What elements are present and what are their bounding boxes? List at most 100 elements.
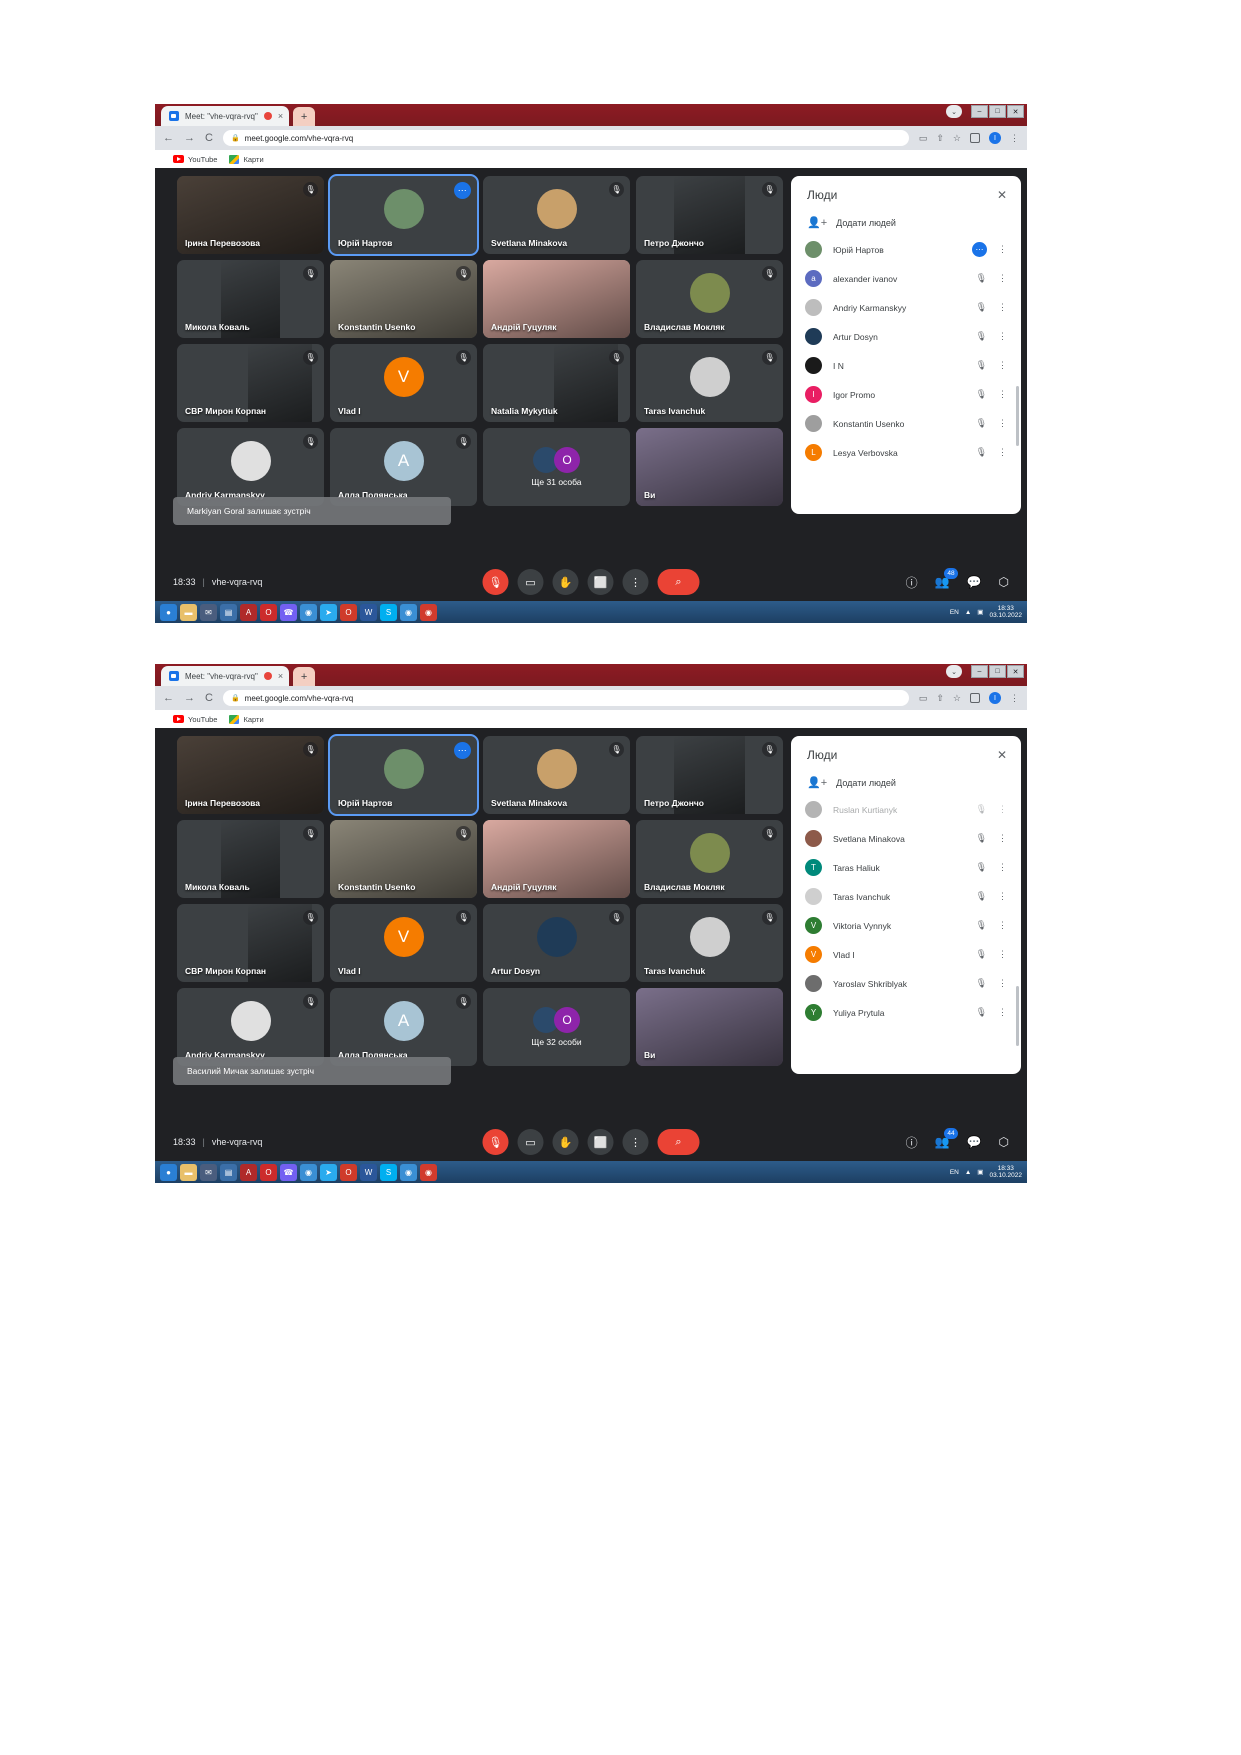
tab-close-icon[interactable]: × (278, 671, 283, 681)
video-tile[interactable]: Петро Джончо 🎙 (636, 176, 783, 254)
maximize-button[interactable]: □ (989, 105, 1006, 118)
video-tile[interactable]: A Алла Полянська 🎙 (330, 988, 477, 1066)
bookmark-maps[interactable]: Карти (229, 714, 264, 724)
minimize-button[interactable]: – (971, 665, 988, 678)
raise-hand-button[interactable]: ✋ (552, 569, 579, 595)
chevron-down-icon[interactable]: ⌄ (946, 665, 962, 678)
video-tile[interactable]: Петро Джончо 🎙 (636, 736, 783, 814)
video-tile[interactable]: A Алла Полянська 🎙 (330, 428, 477, 506)
participant-row[interactable]: I Igor Promo 🎙 ⋮ (799, 380, 1013, 409)
network-icon[interactable]: ▣ (977, 1168, 983, 1176)
participant-row[interactable]: Artur Dosyn 🎙 ⋮ (799, 322, 1013, 351)
cast-icon[interactable]: ▭ (919, 693, 928, 704)
participant-mic-off-icon[interactable]: 🎙 (976, 949, 987, 960)
video-tile[interactable]: V Vlad I 🎙 (330, 904, 477, 982)
participant-mic-off-icon[interactable]: 🎙 (976, 389, 987, 400)
participant-menu-icon[interactable]: ⋮ (998, 273, 1007, 284)
camera-toggle-button[interactable]: ▭ (517, 569, 544, 595)
participant-mic-off-icon[interactable]: 🎙 (976, 302, 987, 313)
video-tile[interactable]: Владислав Мокляк 🎙 (636, 820, 783, 898)
participant-menu-icon[interactable]: ⋮ (998, 804, 1007, 815)
participant-mic-off-icon[interactable]: 🎙 (976, 978, 987, 989)
add-people-button-1[interactable]: 👤+ Додати людей (791, 202, 1021, 235)
word-icon[interactable]: W (360, 603, 377, 621)
skype-icon[interactable]: S (380, 1163, 397, 1181)
participant-menu-icon[interactable]: ⋮ (998, 891, 1007, 902)
video-tile[interactable]: Владислав Мокляк 🎙 (636, 260, 783, 338)
tray-expand-icon[interactable]: ▲ (965, 1169, 971, 1176)
forward-button[interactable]: → (184, 132, 195, 144)
close-icon[interactable]: ✕ (997, 748, 1007, 762)
participant-menu-icon[interactable]: ⋮ (998, 244, 1007, 255)
participant-row[interactable]: Andriy Karmanskyy 🎙 ⋮ (799, 293, 1013, 322)
pdf-icon[interactable]: A (240, 603, 257, 621)
skype-icon[interactable]: S (380, 603, 397, 621)
participant-row[interactable]: Y Yuliya Prytula 🎙 ⋮ (799, 998, 1013, 1027)
back-button[interactable]: ← (163, 692, 174, 704)
pdf-icon[interactable]: A (240, 1163, 257, 1181)
language-indicator[interactable]: EN (950, 1169, 959, 1176)
reload-button[interactable]: C (205, 692, 213, 704)
viber-icon[interactable]: ☎ (280, 1163, 297, 1181)
participant-menu-icon[interactable]: ⋮ (998, 978, 1007, 989)
video-tile[interactable]: Ірина Перевозова 🎙 (177, 176, 324, 254)
camera-toggle-button[interactable]: ▭ (517, 1129, 544, 1155)
participant-menu-icon[interactable]: ⋮ (998, 920, 1007, 931)
video-tile[interactable]: Taras Ivanchuk 🎙 (636, 904, 783, 982)
participant-mic-off-icon[interactable]: 🎙 (976, 418, 987, 429)
new-tab-button[interactable]: + (293, 107, 316, 126)
participant-row[interactable]: a alexander ivanov 🎙 ⋮ (799, 264, 1013, 293)
back-button[interactable]: ← (163, 132, 174, 144)
chat-icon[interactable]: 💬 (967, 575, 982, 589)
network-icon[interactable]: ▣ (977, 608, 983, 616)
browser-tab-1[interactable]: Meet: "vhe-vqra-rvq" × (161, 106, 290, 126)
video-tile[interactable]: Svetlana Minakova 🎙 (483, 176, 630, 254)
forward-button[interactable]: → (184, 692, 195, 704)
present-screen-button[interactable]: ⬜ (587, 569, 614, 595)
add-people-button-2[interactable]: 👤+ Додати людей (791, 762, 1021, 795)
opera2-icon[interactable]: O (340, 1163, 357, 1181)
video-tile[interactable]: Ви (636, 428, 783, 506)
video-tile[interactable]: Андрій Гуцуляк (483, 260, 630, 338)
cast-icon[interactable]: ▭ (919, 133, 928, 144)
video-tile[interactable]: O Ще 32 особи (483, 988, 630, 1066)
hangup-button[interactable]: ⌕ (657, 569, 700, 595)
participant-pin-icon[interactable]: ⋯ (972, 242, 987, 257)
participant-mic-off-icon[interactable]: 🎙 (976, 833, 987, 844)
chat-icon[interactable]: 💬 (967, 1135, 982, 1149)
video-tile[interactable]: Микола Коваль 🎙 (177, 820, 324, 898)
video-tile[interactable]: O Ще 31 особа (483, 428, 630, 506)
opera-icon[interactable]: O (260, 1163, 277, 1181)
taskbar-clock[interactable]: 18:33 03.10.2022 (989, 1165, 1022, 1180)
bookmark-youtube[interactable]: YouTube (173, 715, 217, 724)
chrome-icon[interactable]: ◉ (300, 1163, 317, 1181)
start-orb[interactable]: ● (160, 603, 177, 621)
video-tile[interactable]: Микола Коваль 🎙 (177, 260, 324, 338)
video-tile[interactable]: Ви (636, 988, 783, 1066)
save-icon[interactable]: ▤ (220, 1163, 237, 1181)
participant-mic-off-icon[interactable]: 🎙 (976, 804, 987, 815)
bookmark-maps[interactable]: Карти (229, 154, 264, 164)
tile-more-options-icon[interactable]: ⋯ (454, 742, 471, 759)
video-tile[interactable]: Natalia Mykytiuk 🎙 (483, 344, 630, 422)
more-options-button[interactable]: ⋮ (622, 569, 649, 595)
hangup-button[interactable]: ⌕ (657, 1129, 700, 1155)
telegram-icon[interactable]: ➤ (320, 603, 337, 621)
close-window-button[interactable]: ✕ (1007, 665, 1024, 678)
participant-row[interactable]: L Lesya Verbovska 🎙 ⋮ (799, 438, 1013, 467)
video-tile[interactable]: Ірина Перевозова 🎙 (177, 736, 324, 814)
participants-list-2[interactable]: Ruslan Kurtianyk 🎙 ⋮ Svetlana Minakova 🎙 ⋮ T Ta… (791, 795, 1021, 1027)
panel-scrollbar-2[interactable] (1016, 986, 1019, 1046)
profile-avatar[interactable]: I (989, 132, 1001, 144)
opera-icon[interactable]: O (260, 603, 277, 621)
participant-row[interactable]: T Taras Haliuk 🎙 ⋮ (799, 853, 1013, 882)
address-bar[interactable]: 🔒 meet.google.com/vhe-vqra-rvq (222, 690, 909, 706)
show-people-icon[interactable]: 👥 44 (935, 1128, 958, 1149)
video-tile[interactable]: Artur Dosyn 🎙 (483, 904, 630, 982)
raise-hand-button[interactable]: ✋ (552, 1129, 579, 1155)
activities-icon[interactable]: ⬡ (999, 575, 1009, 589)
video-tile[interactable]: V Vlad I 🎙 (330, 344, 477, 422)
meet-icon[interactable]: ◉ (420, 603, 437, 621)
sidepanel-icon[interactable] (970, 693, 980, 703)
mic-toggle-button[interactable]: 🎙 (482, 569, 509, 595)
